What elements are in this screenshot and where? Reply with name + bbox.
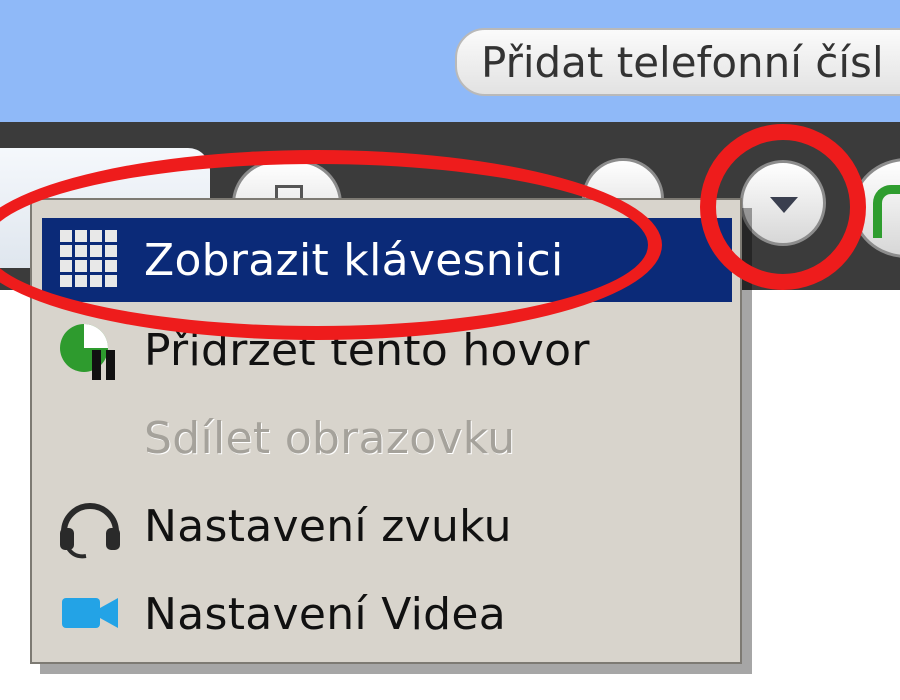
menu-item-video-settings[interactable]: Nastavení Videa [42, 572, 732, 656]
menu-item-label: Sdílet obrazovku [144, 412, 516, 464]
hold-call-icon [54, 314, 126, 386]
headset-icon [54, 490, 126, 562]
menu-item-show-keypad[interactable]: Zobrazit klávesnici [42, 218, 732, 302]
menu-item-label: Přidržet tento hovor [144, 324, 590, 376]
menu-item-label: Nastavení Videa [144, 588, 507, 640]
header-bar: Přidat telefonní čísl [0, 0, 900, 122]
menu-item-share-screen: Sdílet obrazovku [42, 396, 732, 480]
more-options-button[interactable] [740, 160, 826, 246]
call-options-menu: Zobrazit klávesnici Přidržet tento hovor… [30, 198, 742, 664]
video-camera-icon [54, 578, 126, 650]
skype-call-window: Přidat telefonní čísl Zobrazit klávesnic… [0, 0, 900, 700]
dropdown-arrow-icon [770, 197, 798, 213]
keypad-icon [54, 224, 126, 296]
add-phone-number-button[interactable]: Přidat telefonní čísl [455, 28, 900, 96]
menu-item-sound-settings[interactable]: Nastavení zvuku [42, 484, 732, 568]
menu-item-hold-call[interactable]: Přidržet tento hovor [42, 308, 732, 392]
add-phone-number-label: Přidat telefonní čísl [481, 37, 884, 87]
menu-item-label: Zobrazit klávesnici [144, 234, 564, 286]
call-icon [873, 185, 900, 238]
menu-item-label: Nastavení zvuku [144, 500, 512, 552]
